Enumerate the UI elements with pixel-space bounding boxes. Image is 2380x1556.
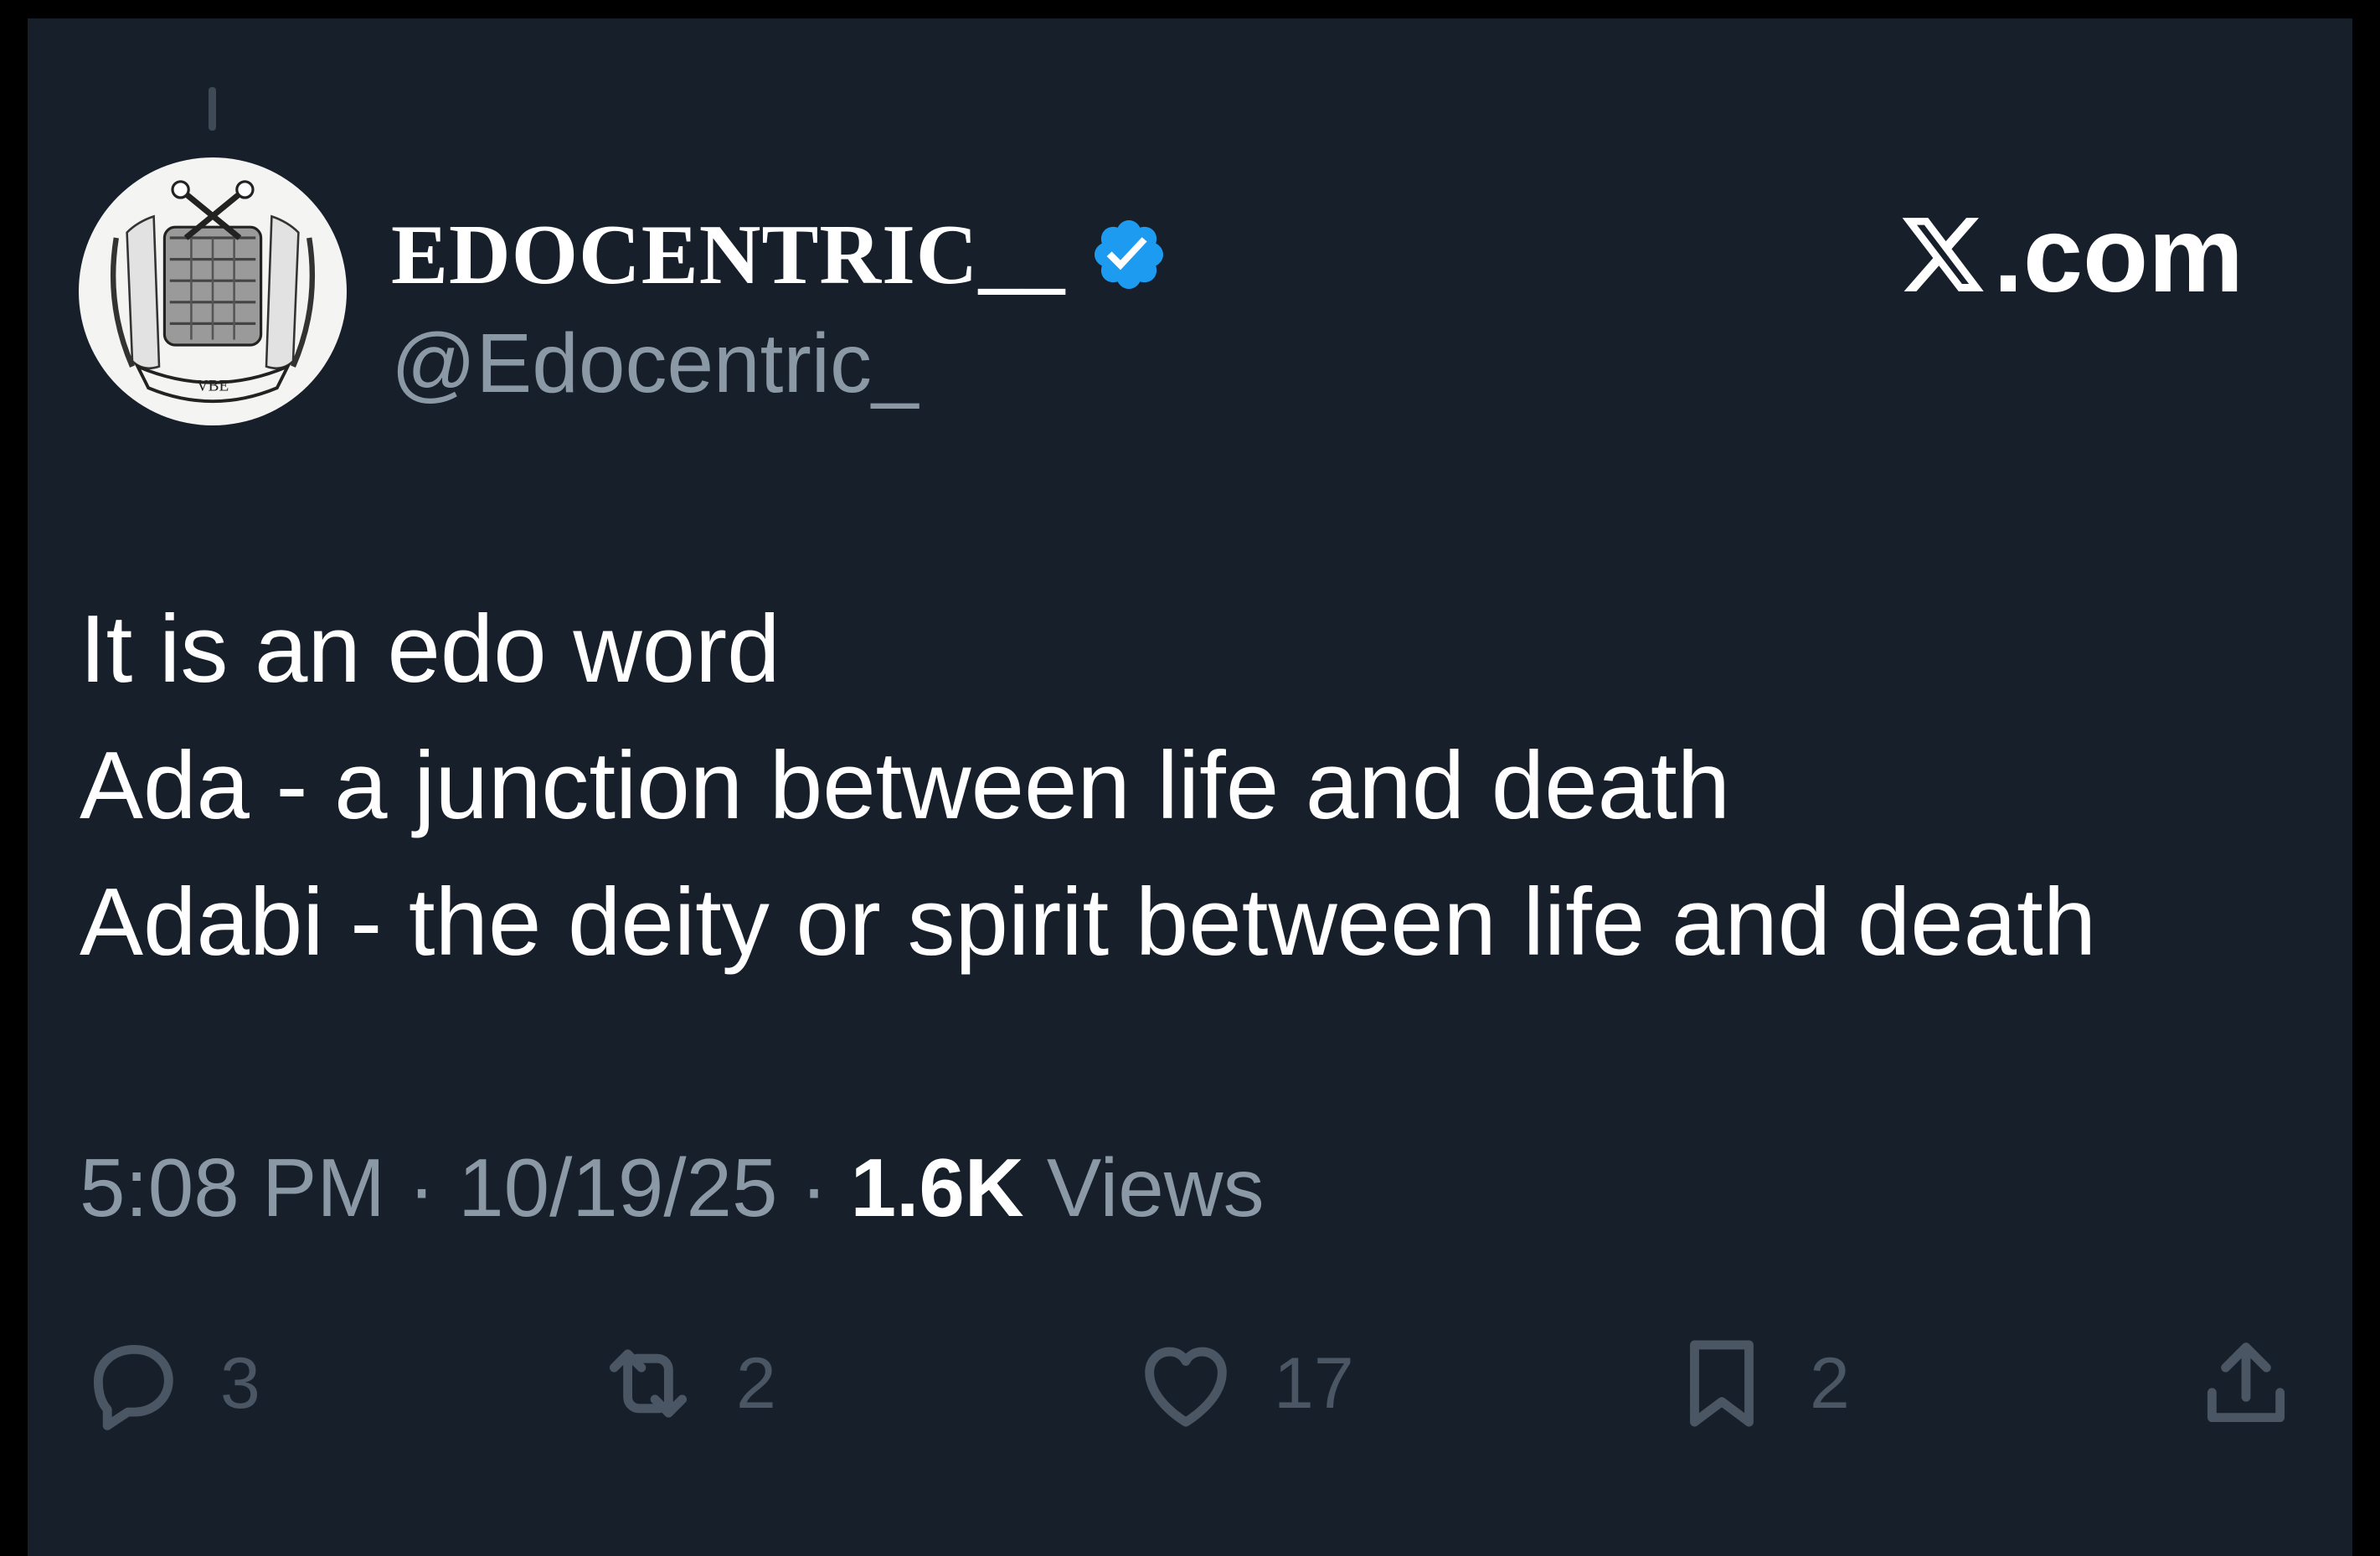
repost-count: 2 [736, 1342, 776, 1424]
tweet-line: It is an edo word [80, 596, 780, 703]
views-label: Views [1046, 1141, 1265, 1234]
reply-count: 3 [220, 1342, 260, 1424]
avatar[interactable]: VBE [79, 157, 347, 425]
meta-separator: · [408, 1141, 435, 1234]
author-name-row[interactable]: EDOCENTRIC__ [391, 204, 1169, 305]
bookmark-count: 2 [1810, 1342, 1850, 1424]
bookmark-icon [1690, 1340, 1754, 1427]
tweet-body: It is an edo word Ada - a junction betwe… [80, 581, 2096, 991]
tweet-card: VBE EDOCENTRIC__ @Edocentric_ .com It is… [28, 18, 2352, 1556]
x-logo-icon [1902, 218, 1984, 291]
avatar-caption: VBE [197, 377, 229, 394]
tweet-line: Ada - a junction between life and death [80, 733, 1731, 839]
reply-button[interactable]: 3 [78, 1325, 260, 1442]
meta-separator: · [800, 1141, 828, 1234]
share-button[interactable] [2192, 1325, 2300, 1442]
bookmark-button[interactable]: 2 [1667, 1325, 1850, 1442]
thread-connector-line [209, 87, 216, 131]
avatar-emblem-icon: VBE [84, 162, 342, 420]
tweet-metadata: 5:08 PM · 10/19/25 · 1.6K Views [80, 1141, 1265, 1235]
repost-button[interactable]: 2 [594, 1325, 776, 1442]
like-count: 17 [1274, 1342, 1354, 1424]
heart-icon [1145, 1347, 1227, 1427]
verified-badge-icon [1095, 220, 1164, 289]
tweet-date[interactable]: 10/19/25 [458, 1141, 777, 1234]
views-count: 1.6K [850, 1141, 1024, 1234]
tweet-time[interactable]: 5:08 PM [80, 1141, 385, 1234]
like-button[interactable]: 17 [1131, 1325, 1354, 1442]
tweet-line: Adabi - the deity or spirit between life… [80, 869, 2097, 976]
share-icon [2207, 1342, 2285, 1423]
repost-icon [609, 1349, 688, 1418]
author-handle[interactable]: @Edocentric_ [391, 316, 919, 412]
reply-icon [93, 1344, 173, 1430]
brand-domain-label: .com [1993, 194, 2243, 315]
display-name[interactable]: EDOCENTRIC__ [391, 206, 1065, 304]
x-com-brand[interactable]: .com [1898, 195, 2243, 315]
action-bar: 3 2 17 2 [28, 1325, 2352, 1442]
